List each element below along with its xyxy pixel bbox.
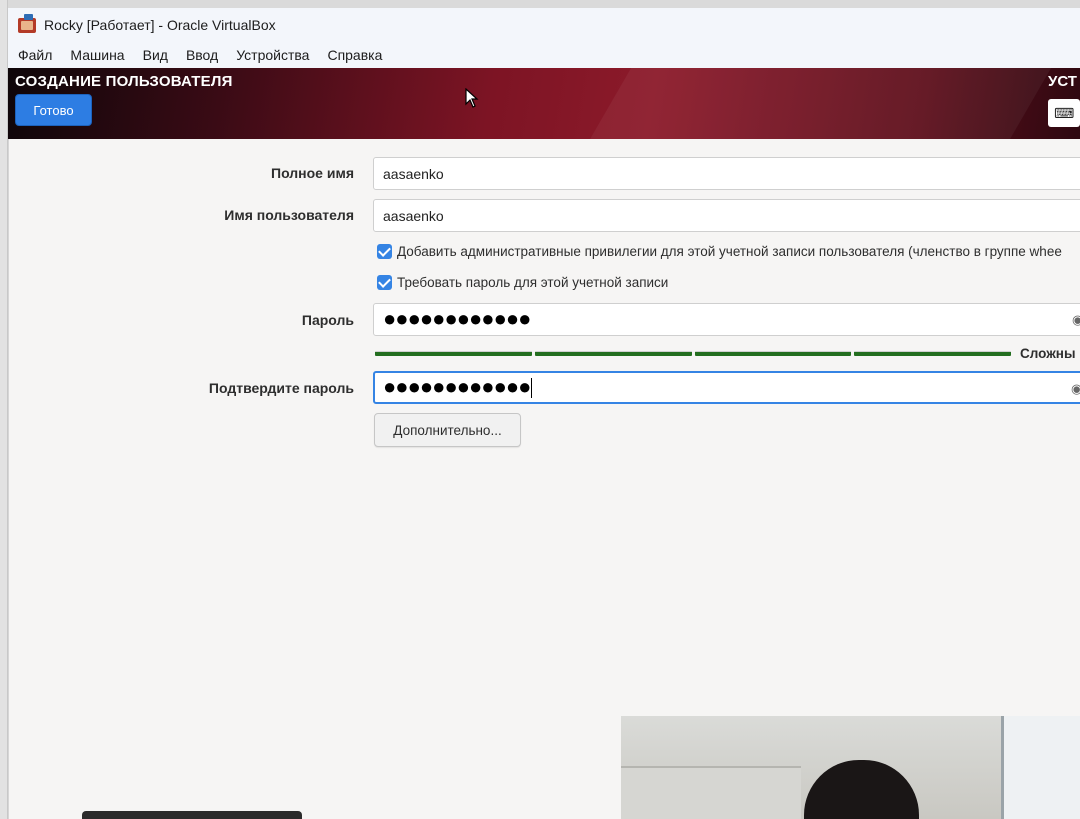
- text-caret: [531, 377, 533, 398]
- menu-help[interactable]: Справка: [318, 47, 391, 63]
- desktop-edge: [0, 0, 8, 819]
- password-strength-bar: [375, 351, 1011, 357]
- virtualbox-icon: [18, 14, 36, 34]
- window-titlebar[interactable]: Rocky [Работает] - Oracle VirtualBox: [8, 8, 1080, 42]
- menu-machine[interactable]: Машина: [61, 47, 133, 63]
- window-title: Rocky [Работает] - Oracle VirtualBox: [44, 17, 276, 33]
- password-label: Пароль: [301, 312, 354, 328]
- confirm-password-masked-value: ●●●●●●●●●●●●: [383, 373, 531, 399]
- fullname-value: aasaenko: [383, 165, 444, 182]
- username-label: Имя пользователя: [224, 207, 354, 223]
- username-value: aasaenko: [383, 207, 444, 224]
- webcam-overlay: [621, 716, 1080, 819]
- desktop-background: [0, 0, 1080, 8]
- menu-devices[interactable]: Устройства: [227, 47, 318, 63]
- menubar: Файл Машина Вид Ввод Устройства Справка: [8, 42, 1080, 68]
- installer-header: СОЗДАНИЕ ПОЛЬЗОВАТЕЛЯ Готово УСТ ⌨: [8, 68, 1080, 139]
- require-password-option[interactable]: Требовать пароль для этой учетной записи: [377, 275, 668, 290]
- show-confirm-password-icon[interactable]: ◉: [1071, 381, 1080, 396]
- fullname-input[interactable]: aasaenko: [373, 157, 1080, 190]
- keyboard-layout-button[interactable]: ⌨: [1048, 99, 1080, 127]
- confirm-password-label: Подтвердите пароль: [208, 380, 354, 396]
- installer-title-fragment: УСТ: [1048, 73, 1077, 90]
- done-button[interactable]: Готово: [15, 94, 92, 126]
- password-masked-value: ●●●●●●●●●●●●: [383, 305, 531, 331]
- admin-privileges-checkbox[interactable]: [377, 244, 392, 259]
- require-password-label: Требовать пароль для этой учетной записи: [397, 275, 669, 290]
- show-password-icon[interactable]: ◉: [1072, 312, 1080, 327]
- keyboard-icon: ⌨: [1054, 104, 1075, 121]
- taskbar-fragment: [82, 811, 302, 819]
- confirm-password-input[interactable]: ●●●●●●●●●●●● ◉: [373, 371, 1080, 404]
- page-title: СОЗДАНИЕ ПОЛЬЗОВАТЕЛЯ: [15, 73, 233, 90]
- advanced-button[interactable]: Дополнительно...: [374, 413, 521, 447]
- admin-privileges-label: Добавить административные привилегии для…: [397, 244, 1062, 259]
- menu-file[interactable]: Файл: [8, 47, 61, 63]
- admin-privileges-option[interactable]: Добавить административные привилегии для…: [377, 244, 1062, 259]
- password-strength-label: Сложны: [1020, 346, 1076, 361]
- require-password-checkbox[interactable]: [377, 275, 392, 290]
- menu-view[interactable]: Вид: [134, 47, 177, 63]
- password-input[interactable]: ●●●●●●●●●●●● ◉: [373, 303, 1080, 336]
- menu-input[interactable]: Ввод: [177, 47, 227, 63]
- username-input[interactable]: aasaenko: [373, 199, 1080, 232]
- fullname-label: Полное имя: [271, 165, 354, 181]
